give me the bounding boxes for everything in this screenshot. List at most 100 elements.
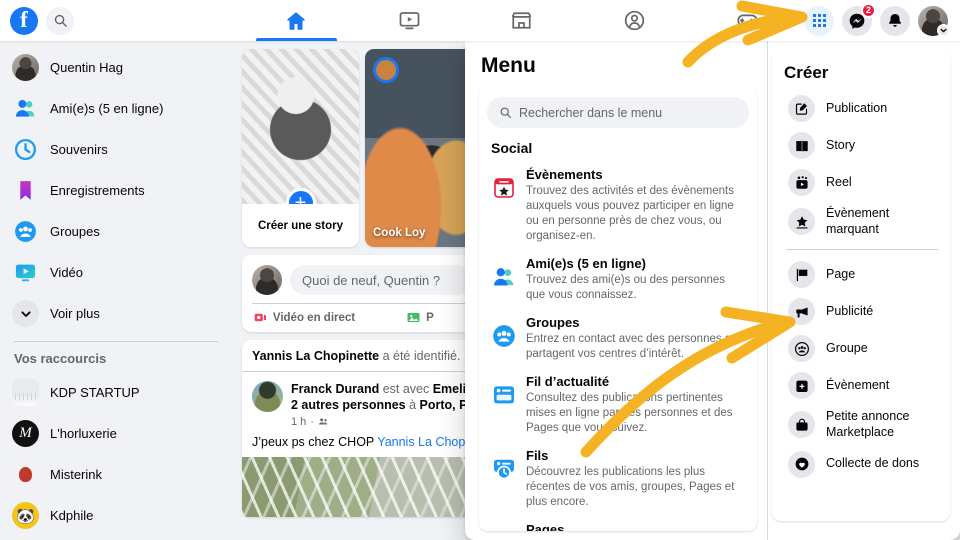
post-meta-line: Franck Durand est avec Emeli xyxy=(291,381,467,397)
create-item-marketplace-listing[interactable]: Petite annonce Marketplace xyxy=(784,404,940,445)
menu-item-fil-actualite[interactable]: Fil d’actualité Consultez des publicatio… xyxy=(487,368,749,442)
composer-photo-video-button[interactable]: P xyxy=(362,310,478,325)
create-item-label: Publicité xyxy=(826,303,874,318)
grid-menu-icon xyxy=(812,14,826,27)
messenger-button[interactable]: 2 xyxy=(842,2,876,36)
sidebar-shortcut-misterink[interactable]: Misterink xyxy=(6,454,226,495)
menu-section-social: Social xyxy=(491,140,533,156)
post-location-prefix: à xyxy=(405,398,420,413)
post-tag-rest: a été identifié. xyxy=(379,349,461,363)
sidebar-shortcut-horluxerie[interactable]: M L'horluxerie xyxy=(6,413,226,454)
sidebar-shortcut-kdp-startup[interactable]: KDP STARTUP xyxy=(6,372,226,413)
sidebar-item-video[interactable]: Vidéo xyxy=(6,252,226,293)
post-location[interactable]: Porto, P xyxy=(420,398,468,412)
create-story-label: Créer une story xyxy=(242,204,359,247)
menu-item-pages[interactable]: Pages Découvrez des entreprises et entre… xyxy=(487,516,749,531)
post-photo[interactable] xyxy=(242,456,482,517)
sidebar-item-label: Groupes xyxy=(50,224,100,239)
create-story-card[interactable]: + Créer une story xyxy=(242,49,359,247)
sidebar-item-see-more[interactable]: Voir plus xyxy=(6,293,226,334)
create-item-evenement[interactable]: Évènement xyxy=(784,367,940,404)
composer-top-row: Quoi de neuf, Quentin ? xyxy=(242,255,482,303)
create-item-label: Reel xyxy=(826,174,852,189)
reel-icon xyxy=(795,175,808,189)
menu-item-desc: Entrez en contact avec des personnes qui… xyxy=(526,332,741,360)
create-card: Créer Publication Story Reel Évènement m… xyxy=(772,51,950,521)
events-icon-wrap xyxy=(491,175,517,201)
post-with-name[interactable]: Emeli xyxy=(433,382,466,396)
live-video-icon xyxy=(254,313,266,322)
left-sidebar: Quentin Hag Ami(e)s (5 en ligne) Souveni… xyxy=(0,41,232,540)
create-item-groupe[interactable]: Groupe xyxy=(784,330,940,367)
sidebar-item-friends[interactable]: Ami(e)s (5 en ligne) xyxy=(6,88,226,129)
sidebar-shortcut-kdphile[interactable]: 🐼 Kdphile xyxy=(6,495,226,536)
menu-search-placeholder: Rechercher dans le menu xyxy=(519,105,663,120)
sidebar-item-groups[interactable]: Groupes xyxy=(6,211,226,252)
post-text-plain: J’peux ps chez CHOP xyxy=(252,434,378,449)
post-author-avatar[interactable] xyxy=(252,381,283,412)
post-text-mention-link[interactable]: Yannis La Chop xyxy=(377,435,465,449)
create-item-publicite[interactable]: Publicité xyxy=(784,293,940,330)
photo-video-icon xyxy=(407,312,420,323)
menu-search-input[interactable]: Rechercher dans le menu xyxy=(487,97,749,128)
create-item-fundraiser[interactable]: Collecte de dons xyxy=(784,446,940,483)
groups-icon xyxy=(15,221,36,242)
nav-tab-home[interactable] xyxy=(240,0,353,41)
create-item-reel[interactable]: Reel xyxy=(784,164,940,201)
menu-item-desc: Consultez des publications pertinentes m… xyxy=(526,391,733,434)
composer-live-video-button[interactable]: Vidéo en direct xyxy=(246,310,362,325)
nav-tab-marketplace[interactable] xyxy=(466,0,579,41)
shortcut-label: Kdphile xyxy=(50,508,94,523)
post-extra-people[interactable]: 2 autres personnes xyxy=(291,398,406,412)
create-item-page[interactable]: Page xyxy=(784,256,940,293)
saved-bookmark-icon xyxy=(20,181,31,200)
menu-item-amies[interactable]: Ami(e)s (5 en ligne) Trouvez des ami(e)s… xyxy=(487,250,749,309)
group-icon xyxy=(794,341,809,356)
messenger-badge: 2 xyxy=(860,2,876,18)
sidebar-saved-icon-wrap xyxy=(12,177,39,204)
nav-tab-video[interactable] xyxy=(353,0,466,41)
facebook-logo[interactable]: f xyxy=(10,6,38,35)
search-icon xyxy=(54,14,67,27)
sidebar-groups-icon-wrap xyxy=(12,218,39,245)
page-flag-icon-wrap xyxy=(788,261,815,289)
story-book-icon-wrap xyxy=(788,132,815,159)
menu-item-groupes[interactable]: Groupes Entrez en contact avec des perso… xyxy=(487,309,749,368)
page-flag-icon xyxy=(796,268,807,282)
story-author-avatar xyxy=(373,57,399,83)
friends-icon-wrap xyxy=(491,264,517,290)
create-item-label: Collecte de dons xyxy=(826,456,920,471)
create-item-label: Publication xyxy=(826,100,888,115)
composer-input[interactable]: Quoi de neuf, Quentin ? xyxy=(290,265,472,295)
menu-item-text: Ami(e)s (5 en ligne) Trouvez des ami(e)s… xyxy=(526,255,745,303)
search-button[interactable] xyxy=(46,6,74,35)
topbar-right: 2 xyxy=(804,2,960,37)
post-with-text: est avec xyxy=(379,382,433,396)
menu-left-column: Menu Rechercher dans le menu Social Évèn… xyxy=(465,41,767,540)
events-icon xyxy=(494,178,514,198)
sidebar-item-memories[interactable]: Souvenirs xyxy=(6,129,226,170)
post-author-name[interactable]: Franck Durand xyxy=(291,382,379,396)
composer-action-label: Vidéo en direct xyxy=(272,311,356,324)
menu-title: Menu xyxy=(481,54,536,77)
grid-menu-button[interactable] xyxy=(804,5,834,36)
sidebar-item-profile[interactable]: Quentin Hag xyxy=(6,47,226,88)
marketplace-bag-icon xyxy=(795,418,808,431)
account-button[interactable] xyxy=(918,5,950,37)
shortcut-label: Misterink xyxy=(50,467,103,482)
create-item-life-event[interactable]: Évènement marquant xyxy=(784,201,940,242)
sidebar-item-label: Ami(e)s (5 en ligne) xyxy=(50,101,164,116)
menu-item-fils[interactable]: Fils Découvrez les publications les plus… xyxy=(487,442,749,516)
nav-tab-groups[interactable] xyxy=(578,0,691,41)
notifications-button[interactable] xyxy=(880,5,910,36)
pages-flag-icon-wrap xyxy=(491,530,517,531)
nav-tab-gaming[interactable] xyxy=(691,0,804,41)
pages-flag-icon xyxy=(491,530,517,531)
menu-item-evenements[interactable]: Évènements Trouvez des activités et des … xyxy=(487,161,749,250)
sidebar-item-saved[interactable]: Enregistrements xyxy=(6,170,226,211)
create-item-story[interactable]: Story xyxy=(784,127,940,164)
home-icon xyxy=(287,11,305,30)
horluxerie-thumb: M xyxy=(12,420,39,447)
create-item-publication[interactable]: Publication xyxy=(784,90,940,127)
post-tagged-name[interactable]: Yannis La Chopinette xyxy=(252,349,379,363)
